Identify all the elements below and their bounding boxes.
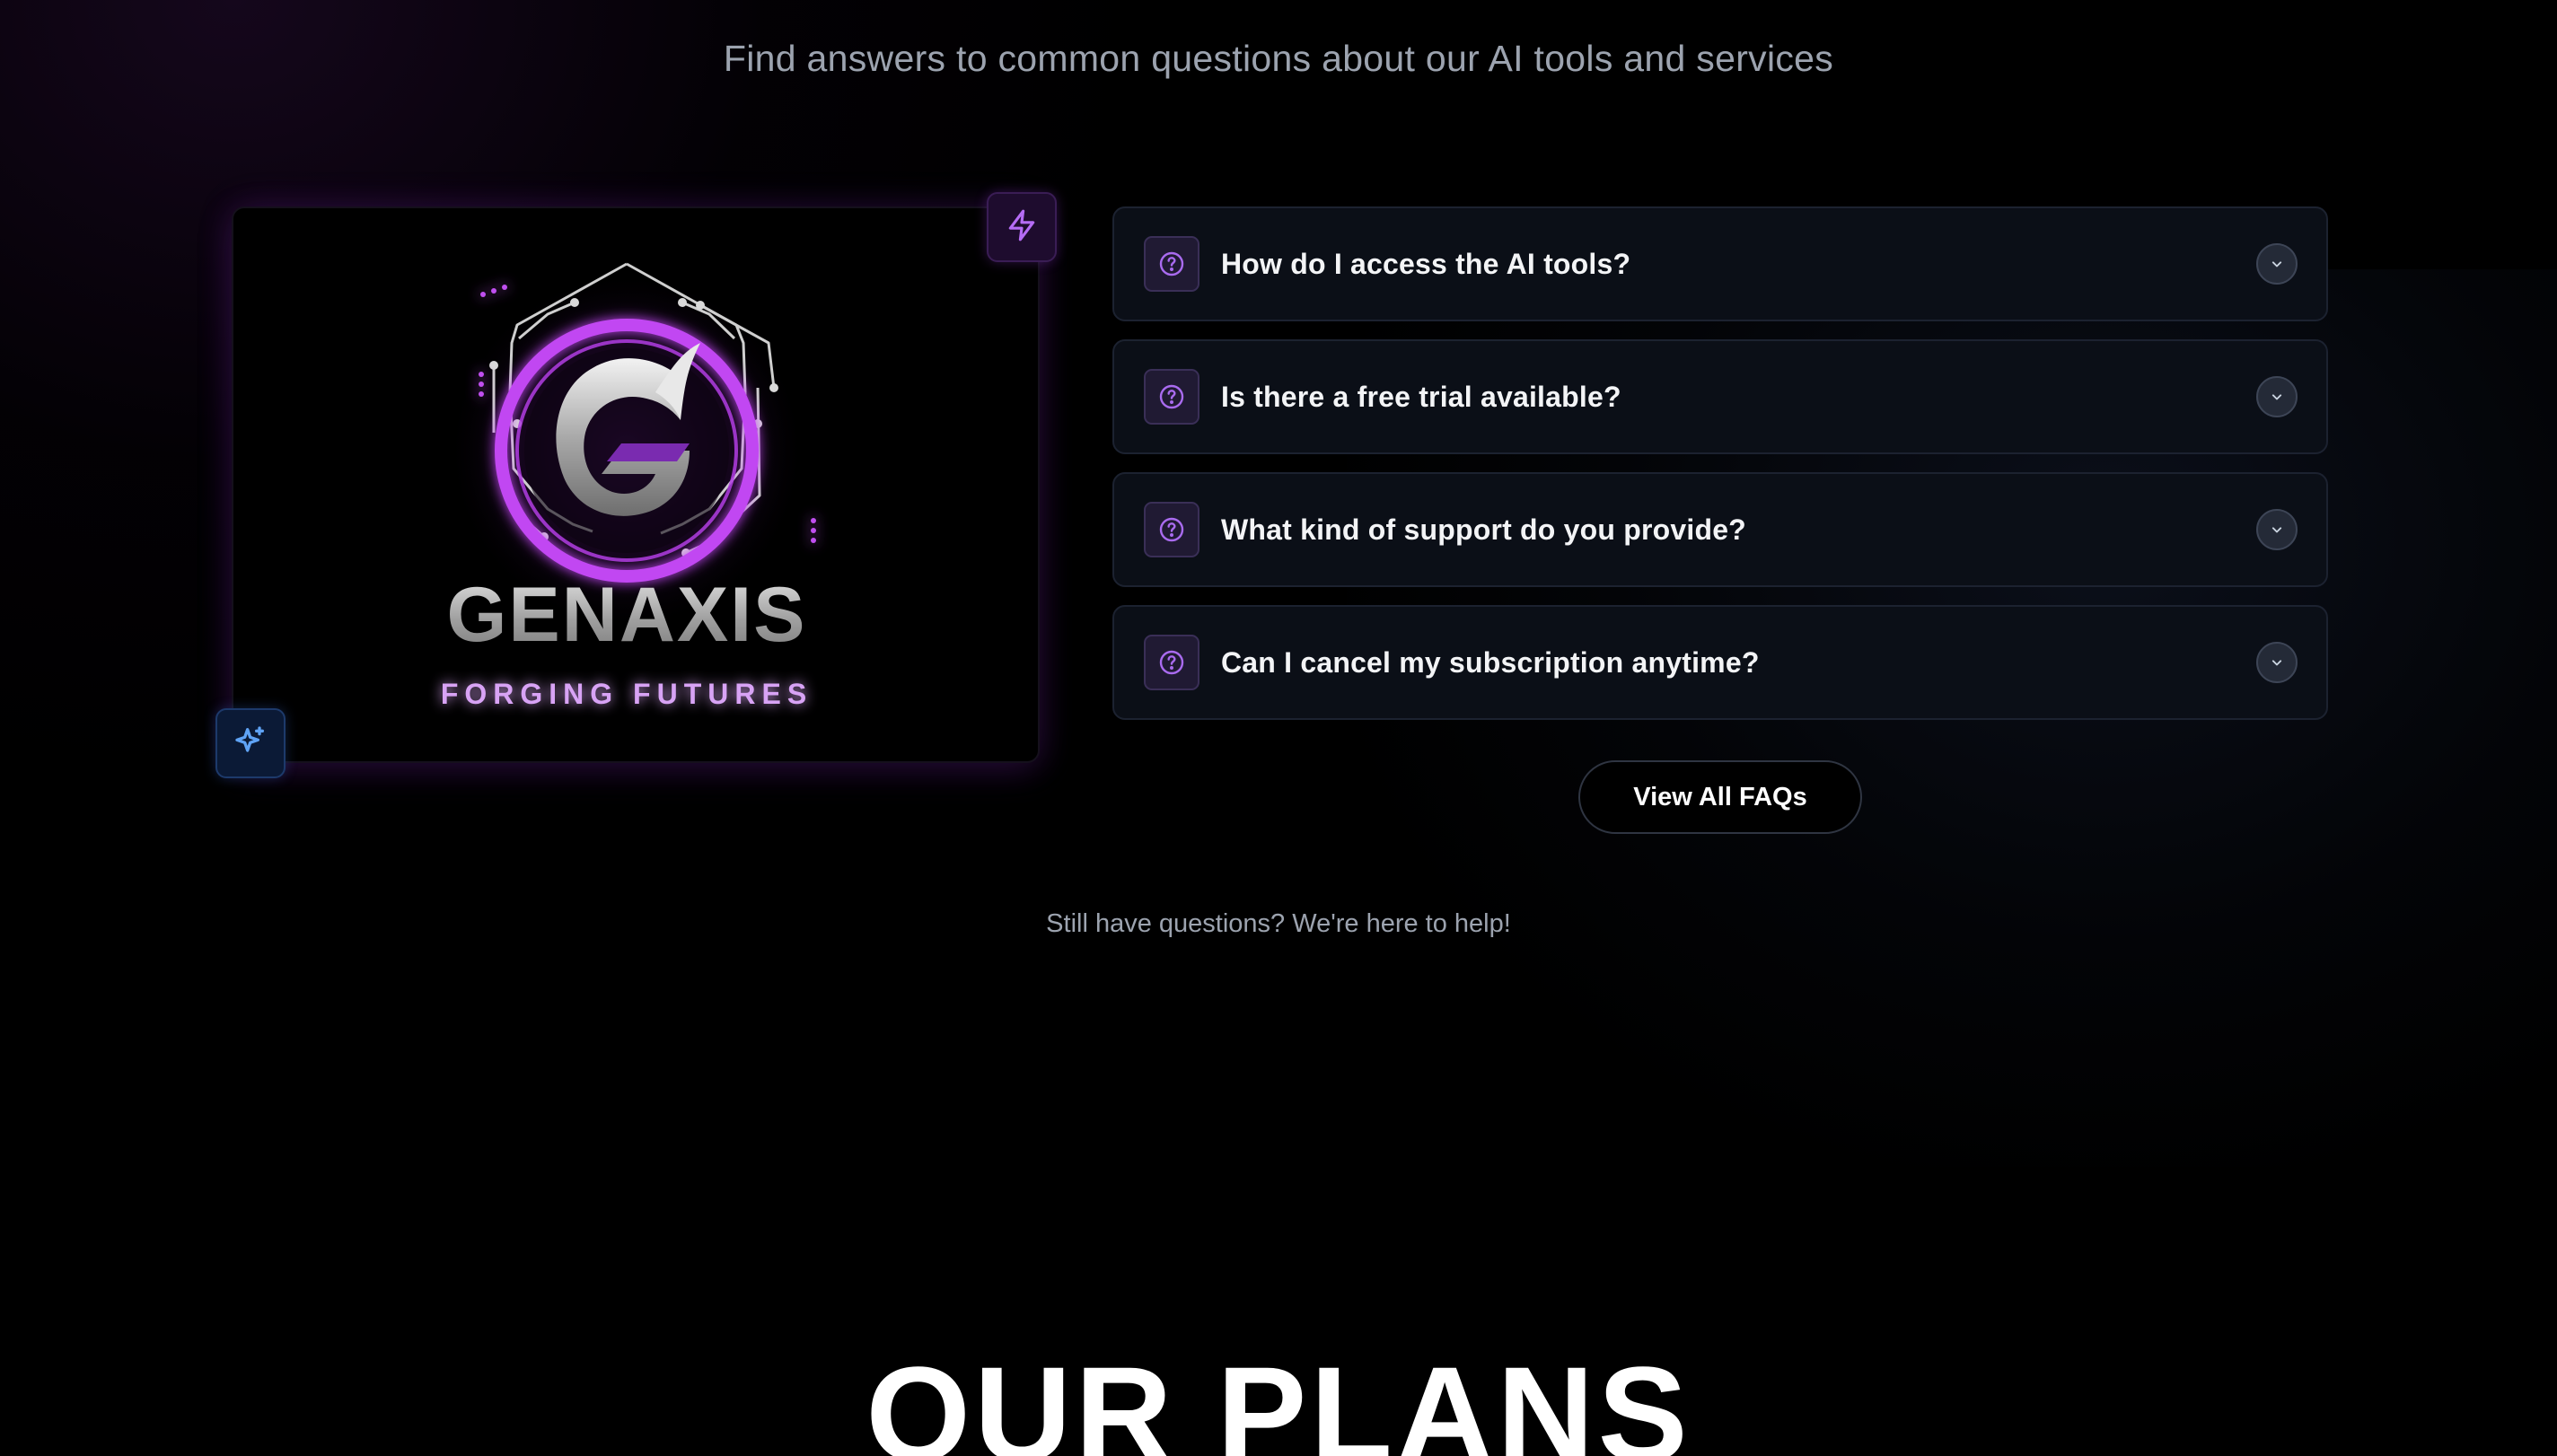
faq-item[interactable]: Is there a free trial available? xyxy=(1112,339,2328,454)
faq-subtitle: Find answers to common questions about o… xyxy=(723,38,1834,79)
faq-question: Is there a free trial available? xyxy=(1221,380,1621,413)
faq-list: How do I access the AI tools? Is there a… xyxy=(1112,206,2328,738)
lightning-badge xyxy=(987,192,1057,262)
plans-heading: OUR PLANS xyxy=(866,1338,1691,1456)
question-circle-icon xyxy=(1144,502,1199,557)
chevron-down-icon[interactable] xyxy=(2256,376,2298,417)
logo-card: GENAXIS FORGING FUTURES xyxy=(232,206,1040,763)
faq-item[interactable]: What kind of support do you provide? xyxy=(1112,472,2328,587)
sparkle-badge xyxy=(215,708,286,778)
chevron-down-icon[interactable] xyxy=(2256,642,2298,683)
help-text: Still have questions? We're here to help… xyxy=(1046,909,1511,938)
genaxis-logo: GENAXIS FORGING FUTURES xyxy=(441,262,816,710)
lightning-icon xyxy=(1005,208,1039,247)
chevron-down-icon[interactable] xyxy=(2256,243,2298,285)
faq-question: What kind of support do you provide? xyxy=(1221,513,1746,546)
faq-question: How do I access the AI tools? xyxy=(1221,247,1631,280)
question-circle-icon xyxy=(1144,369,1199,425)
faq-question: Can I cancel my subscription anytime? xyxy=(1221,645,1760,679)
question-circle-icon xyxy=(1144,635,1199,690)
faq-item[interactable]: Can I cancel my subscription anytime? xyxy=(1112,605,2328,720)
logo-tagline-text: FORGING FUTURES xyxy=(441,678,813,710)
view-all-faqs-button[interactable]: View All FAQs xyxy=(1578,760,1862,834)
faq-item[interactable]: How do I access the AI tools? xyxy=(1112,206,2328,321)
sparkle-icon xyxy=(233,724,268,764)
logo-brand-text: GENAXIS xyxy=(446,572,806,658)
question-circle-icon xyxy=(1144,236,1199,292)
chevron-down-icon[interactable] xyxy=(2256,509,2298,550)
